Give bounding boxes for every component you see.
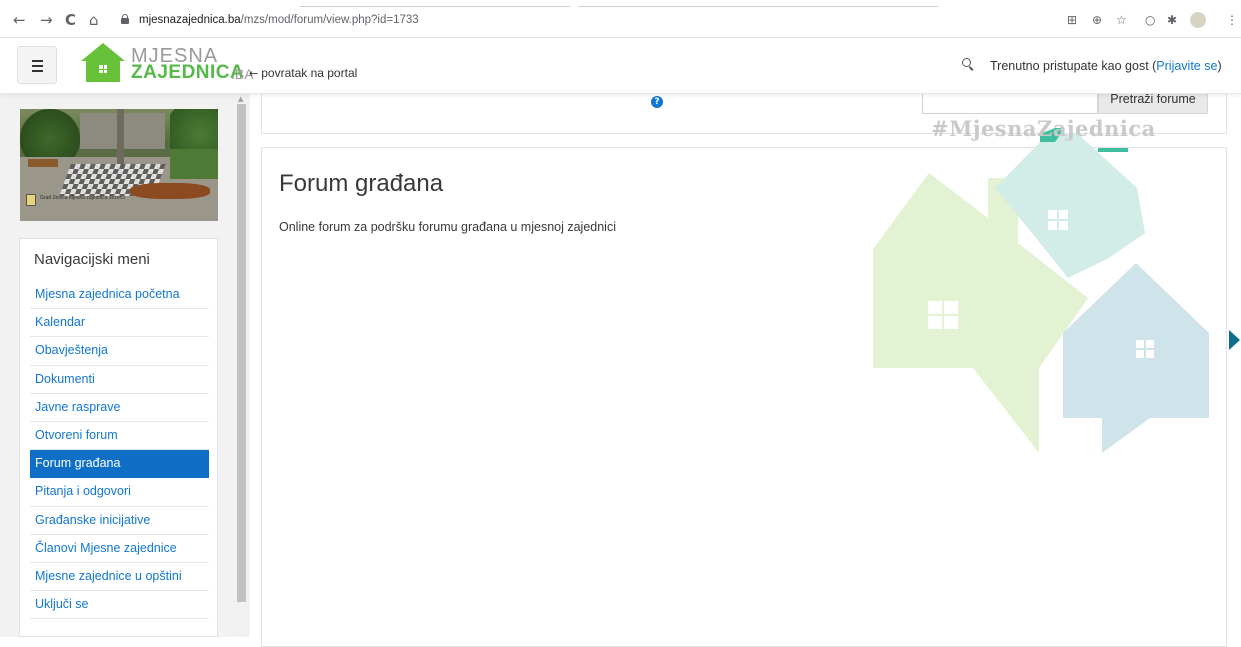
sidebar-item[interactable]: Javne rasprave: [30, 394, 209, 422]
menu-icon[interactable]: ⋮: [1226, 14, 1238, 26]
sidebar-item[interactable]: Obavještenja: [30, 337, 209, 366]
sidebar-item[interactable]: Građanske inicijative: [30, 507, 209, 535]
photo-caption: Grad Zenica Mjesna zajednica Jezerci: [40, 195, 125, 201]
sidebar-item[interactable]: Otvoreni forum: [30, 422, 209, 451]
scrollbar-thumb[interactable]: [237, 104, 246, 602]
reload-icon[interactable]: C: [65, 13, 76, 28]
navigation-block: Navigacijski meni Mjesna zajednica počet…: [19, 238, 218, 637]
tab-strip: [0, 0, 1241, 7]
logo-text-bottom[interactable]: ZAJEDNICA: [131, 63, 244, 83]
sidebar-item[interactable]: Mjesne zajednice u opštini: [30, 563, 209, 592]
sidebar-item[interactable]: Uključi se: [30, 591, 209, 620]
record-icon[interactable]: ○: [1145, 14, 1155, 26]
url-text: mjesnazajednica.ba/mzs/mod/forum/view.ph…: [139, 14, 419, 26]
hashtag-banner: #MjesnaZajednica: [931, 116, 1156, 141]
help-icon[interactable]: ?: [651, 96, 663, 108]
site-header: MJESNA ZAJEDNICA .BA ← povratak na portal…: [0, 39, 1241, 94]
login-info: Trenutno pristupate kao gost (Prijavite …: [990, 59, 1222, 73]
scroll-up-icon[interactable]: ▲: [238, 95, 243, 103]
navigation-title: Navigacijski meni: [34, 251, 150, 268]
forward-arrow-icon[interactable]: →: [40, 13, 53, 28]
carousel-next-icon[interactable]: [1229, 330, 1240, 350]
forum-description: Online forum za podršku forumu građana u…: [279, 220, 616, 234]
back-to-portal-link[interactable]: ← povratak na portal: [249, 66, 357, 80]
search-icon[interactable]: [962, 58, 974, 71]
logo-house-icon[interactable]: [80, 43, 126, 85]
profile-icon[interactable]: [1190, 12, 1206, 28]
lock-icon: [121, 14, 129, 24]
hamburger-menu-button[interactable]: [17, 46, 57, 84]
left-sidebar: Grad Zenica Mjesna zajednica Jezerci Nav…: [0, 94, 250, 637]
sidebar-item[interactable]: Dokumenti: [30, 366, 209, 394]
arrow-left-icon: ←: [249, 67, 259, 80]
translate-icon[interactable]: ⊞: [1067, 14, 1077, 26]
sidebar-item[interactable]: Mjesna zajednica početna: [30, 281, 209, 310]
houses-decoration: [873, 128, 1209, 453]
page-title: Forum građana: [279, 170, 444, 197]
star-icon[interactable]: ☆: [1116, 14, 1127, 26]
puzzle-icon[interactable]: ✱: [1167, 14, 1177, 26]
navigation-list: Mjesna zajednica početna Kalendar Obavješt…: [30, 281, 209, 620]
browser-chrome: ← → C ⌂ mjesnazajednica.ba/mzs/mod/forum…: [0, 0, 1241, 38]
home-icon[interactable]: ⌂: [89, 13, 99, 28]
sidebar-item[interactable]: Pitanja i odgovori: [30, 478, 209, 507]
coat-of-arms-icon: [26, 194, 36, 206]
zoom-icon[interactable]: ⊕: [1092, 14, 1102, 26]
sidebar-item[interactable]: Kalendar: [30, 309, 209, 338]
login-link[interactable]: Prijavite se: [1156, 59, 1217, 73]
sidebar-item[interactable]: Forum građana: [30, 450, 209, 479]
back-arrow-icon[interactable]: ←: [13, 13, 26, 28]
sidebar-item[interactable]: Članovi Mjesne zajednice: [30, 535, 209, 563]
community-photo: Grad Zenica Mjesna zajednica Jezerci: [20, 109, 218, 221]
